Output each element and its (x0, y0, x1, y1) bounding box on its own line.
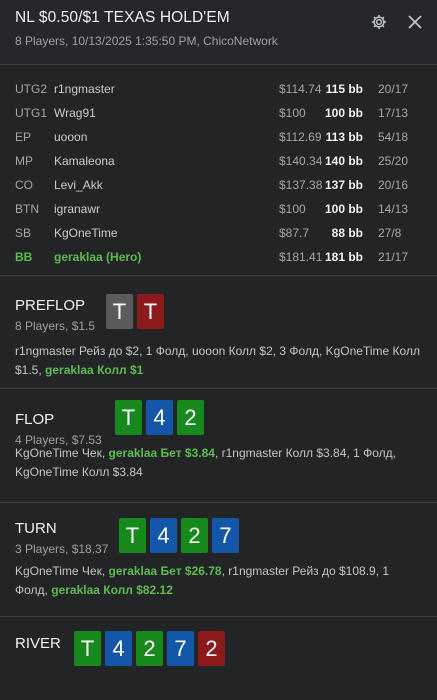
card: 2 (181, 518, 208, 553)
board-cards: TT (106, 294, 164, 329)
player-name: Kamaleona (54, 154, 115, 168)
card: 2 (136, 631, 163, 666)
player-row[interactable]: SB KgOneTime $87.7 88 bb 27/8 (0, 222, 437, 246)
player-row[interactable]: UTG2 r1ngmaster $114.74 115 bb 20/17 (0, 78, 437, 102)
player-stack: $112.69 (279, 130, 322, 144)
gear-icon[interactable] (370, 13, 388, 31)
player-stack: $87.7 (279, 226, 310, 240)
hand-subtitle: 8 Players, 10/13/2025 1:35:50 PM, ChicoN… (15, 34, 278, 48)
player-stats: 17/13 (378, 106, 409, 120)
hand-header: NL $0.50/$1 TEXAS HOLD'EM 8 Players, 10/… (0, 0, 437, 64)
card: 7 (167, 631, 194, 666)
player-stats: 20/17 (378, 82, 409, 96)
close-icon[interactable] (405, 12, 425, 32)
player-position: BB (15, 250, 33, 264)
player-position: EP (15, 130, 32, 144)
player-bb: 181 bb (324, 250, 363, 264)
street-name: RIVER (15, 635, 61, 652)
card: 2 (198, 631, 225, 666)
card: 4 (105, 631, 132, 666)
street-name: TURN (15, 520, 57, 537)
player-stack: $137.38 (279, 178, 323, 192)
street-info: 3 Players, $18.37 (15, 542, 109, 556)
player-stats: 27/8 (378, 226, 402, 240)
player-stack: $140.34 (279, 154, 323, 168)
card: 2 (177, 400, 204, 435)
hero-action: geraklaa Колл $82.12 (51, 583, 173, 597)
player-position: BTN (15, 202, 39, 216)
street-preflop: PREFLOP 8 Players, $1.5 TT r1ngmaster Ре… (0, 276, 437, 388)
player-name: Levi_Akk (54, 178, 103, 192)
player-bb: 140 bb (324, 154, 363, 168)
card: T (119, 518, 146, 553)
player-name: geraklaa (Hero) (54, 250, 142, 264)
board-cards: T4272 (74, 631, 225, 666)
player-row[interactable]: MP Kamaleona $140.34 140 bb 25/20 (0, 150, 437, 174)
street-turn: TURN 3 Players, $18.37 T427 KgOneTime Че… (0, 503, 437, 616)
action-text: KgOneTime Чек, (15, 446, 109, 460)
player-row[interactable]: CO Levi_Akk $137.38 137 bb 20/16 (0, 174, 437, 198)
player-bb: 100 bb (324, 106, 363, 120)
street-flop: FLOP 4 Players, $7.53 T42 KgOneTime Чек,… (0, 389, 437, 502)
street-actions: r1ngmaster Рейз до $2, 1 Фолд, uooon Кол… (15, 342, 423, 380)
card: 4 (146, 400, 173, 435)
player-stats: 20/16 (378, 178, 409, 192)
card: 7 (212, 518, 239, 553)
player-position: SB (15, 226, 32, 240)
player-stats: 54/18 (378, 130, 409, 144)
player-name: r1ngmaster (54, 82, 115, 96)
player-stats: 21/17 (378, 250, 409, 264)
player-name: Wrag91 (54, 106, 96, 120)
player-stack: $100 (279, 106, 306, 120)
card: T (74, 631, 101, 666)
action-text: KgOneTime Чек, (15, 564, 109, 578)
card: 4 (150, 518, 177, 553)
hero-action: geraklaa Колл $1 (45, 363, 144, 377)
player-position: UTG1 (15, 106, 48, 120)
player-bb: 113 bb (325, 130, 363, 144)
player-position: UTG2 (15, 82, 48, 96)
player-position: MP (15, 154, 33, 168)
player-name: KgOneTime (54, 226, 118, 240)
board-cards: T42 (115, 400, 204, 435)
player-position: CO (15, 178, 33, 192)
player-row[interactable]: UTG1 Wrag91 $100 100 bb 17/13 (0, 102, 437, 126)
player-stats: 14/13 (378, 202, 409, 216)
card: T (106, 294, 133, 329)
card: T (115, 400, 142, 435)
street-river: RIVER T4272 (0, 617, 437, 689)
player-bb: 100 bb (324, 202, 363, 216)
player-stack: $181.41 (279, 250, 323, 264)
board-cards: T427 (119, 518, 239, 553)
street-info: 8 Players, $1.5 (15, 319, 96, 333)
players-table: UTG2 r1ngmaster $114.74 115 bb 20/17 UTG1 Wrag… (0, 65, 437, 275)
street-actions: KgOneTime Чек, geraklaa Бет $26.78, r1ng… (15, 562, 423, 600)
street-name: FLOP (15, 411, 55, 428)
street-actions: KgOneTime Чек, geraklaa Бет $3.84, r1ngm… (15, 444, 423, 482)
player-row[interactable]: BTN igranawr $100 100 bb 14/13 (0, 198, 437, 222)
player-bb: 137 bb (324, 178, 363, 192)
player-name: igranawr (54, 202, 101, 216)
player-name: uooon (54, 130, 88, 144)
player-stats: 25/20 (378, 154, 409, 168)
player-bb: 88 bb (331, 226, 363, 240)
player-row[interactable]: EP uooon $112.69 113 bb 54/18 (0, 126, 437, 150)
card: T (137, 294, 164, 329)
player-row[interactable]: BB geraklaa (Hero) $181.41 181 bb 21/17 (0, 246, 437, 270)
hero-action: geraklaa Бет $3.84 (108, 446, 215, 460)
player-stack: $100 (279, 202, 306, 216)
hand-title: NL $0.50/$1 TEXAS HOLD'EM (15, 9, 230, 26)
street-name: PREFLOP (15, 297, 86, 314)
player-stack: $114.74 (279, 82, 322, 96)
hero-action: geraklaa Бет $26.78 (108, 564, 222, 578)
player-bb: 115 bb (325, 82, 363, 96)
